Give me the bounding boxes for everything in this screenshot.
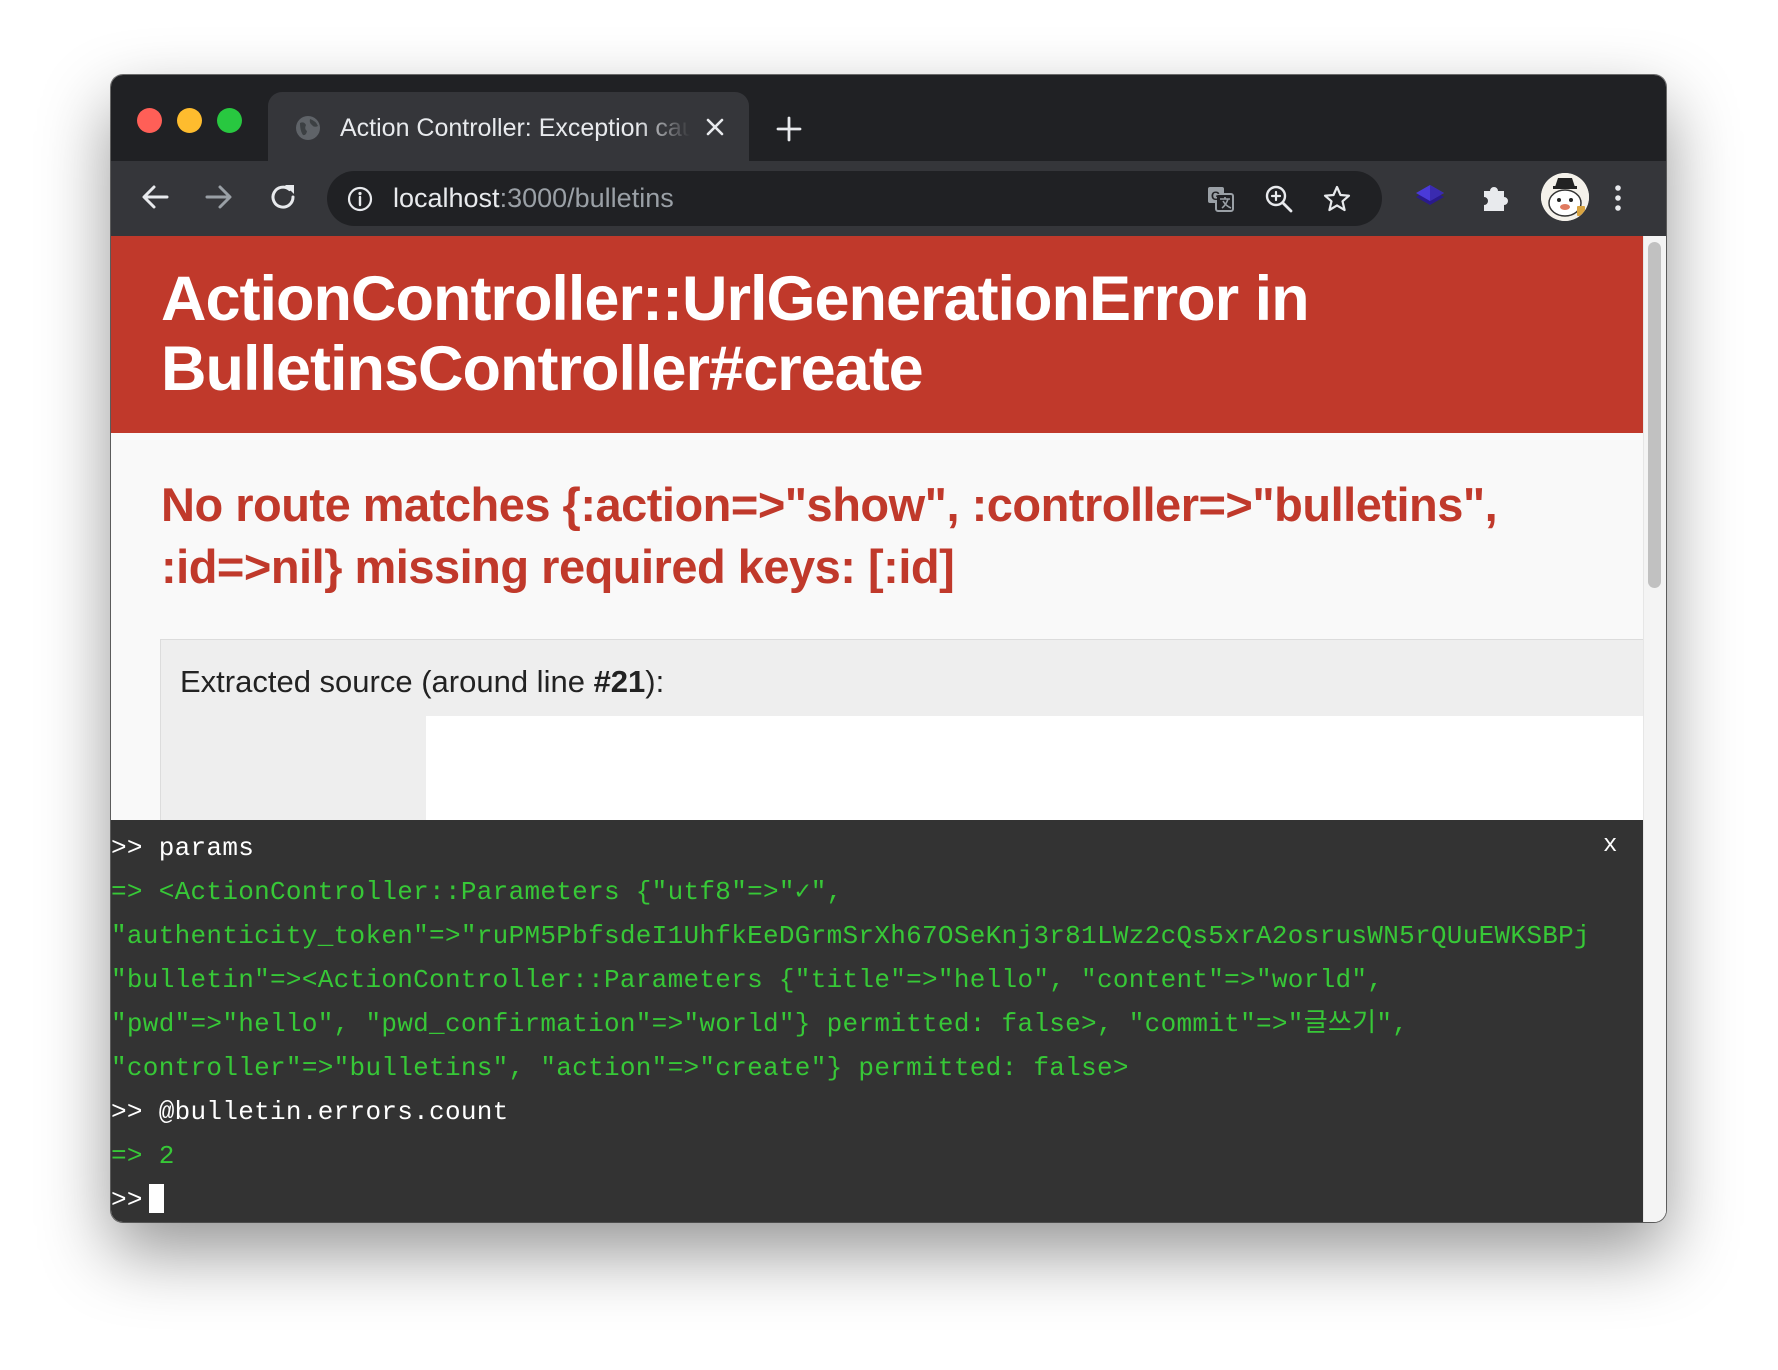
arrow-right-icon[interactable] — [201, 179, 237, 215]
vertical-scrollbar-thumb[interactable] — [1648, 242, 1661, 588]
info-icon[interactable] — [347, 186, 373, 212]
console-input-line: >> — [111, 1184, 164, 1216]
tab-strip: Action Controller: Exception caught — [111, 75, 1666, 161]
error-title: ActionController::UrlGenerationError in … — [161, 264, 1310, 404]
console-output-line: "authenticity_token"=>"ruPM5PbfsdeI1Uhfk… — [111, 921, 1590, 951]
browser-tab[interactable]: Action Controller: Exception caught — [268, 92, 749, 161]
arrow-left-icon[interactable] — [137, 179, 173, 215]
svg-text:G: G — [1211, 189, 1220, 203]
layers-icon[interactable] — [1411, 179, 1449, 217]
console-input-line: >> params — [111, 833, 255, 863]
console-cursor[interactable] — [148, 1184, 164, 1213]
console-output-line: => 2 — [111, 1141, 175, 1171]
zoom-in-icon[interactable] — [1263, 183, 1295, 215]
web-console[interactable]: x >> params=> <ActionController::Paramet… — [111, 820, 1643, 1222]
plus-icon[interactable] — [772, 112, 806, 146]
console-output-line: "pwd"=>"hello", "pwd_confirmation"=>"wor… — [111, 1009, 1409, 1039]
console-close-button[interactable]: x — [1603, 832, 1617, 860]
reload-icon[interactable] — [265, 179, 301, 215]
puzzle-icon[interactable] — [1475, 179, 1513, 217]
browser-toolbar: localhost:3000/bulletins G — [111, 161, 1666, 236]
source-caption-suffix: ): — [645, 664, 665, 699]
window-close-button[interactable] — [137, 108, 162, 133]
browser-window: Action Controller: Exception caught — [111, 75, 1666, 1222]
url-host: localhost — [393, 183, 500, 213]
star-icon[interactable] — [1321, 183, 1353, 215]
extracted-source-box: Extracted source (around line #21): — [160, 639, 1646, 846]
source-caption-line: #21 — [593, 664, 646, 699]
console-output-line: "controller"=>"bulletins", "action"=>"cr… — [111, 1053, 1129, 1083]
window-zoom-button[interactable] — [217, 108, 242, 133]
console-input-line: >> @bulletin.errors.count — [111, 1097, 509, 1127]
error-header: ActionController::UrlGenerationError in … — [111, 236, 1643, 433]
avatar[interactable] — [1541, 173, 1589, 221]
globe-icon — [294, 114, 322, 142]
close-icon[interactable] — [702, 114, 728, 140]
source-caption: Extracted source (around line #21): — [180, 662, 664, 702]
window-minimize-button[interactable] — [177, 108, 202, 133]
page-content: ActionController::UrlGenerationError in … — [111, 236, 1666, 1222]
console-output-line: => <ActionController::Parameters {"utf8"… — [111, 877, 843, 907]
url-text[interactable]: localhost:3000/bulletins — [393, 182, 674, 215]
console-output-line: "bulletin"=><ActionController::Parameter… — [111, 965, 1384, 995]
error-message: No route matches {:action=>"show", :cont… — [161, 478, 1498, 593]
url-path: :3000/bulletins — [499, 183, 674, 213]
tab-title: Action Controller: Exception caught — [340, 114, 690, 142]
address-bar[interactable]: localhost:3000/bulletins G — [327, 171, 1382, 226]
more-vert-icon[interactable] — [1599, 179, 1637, 217]
translate-icon[interactable]: G — [1205, 183, 1237, 215]
source-caption-prefix: Extracted source (around line — [180, 664, 594, 699]
